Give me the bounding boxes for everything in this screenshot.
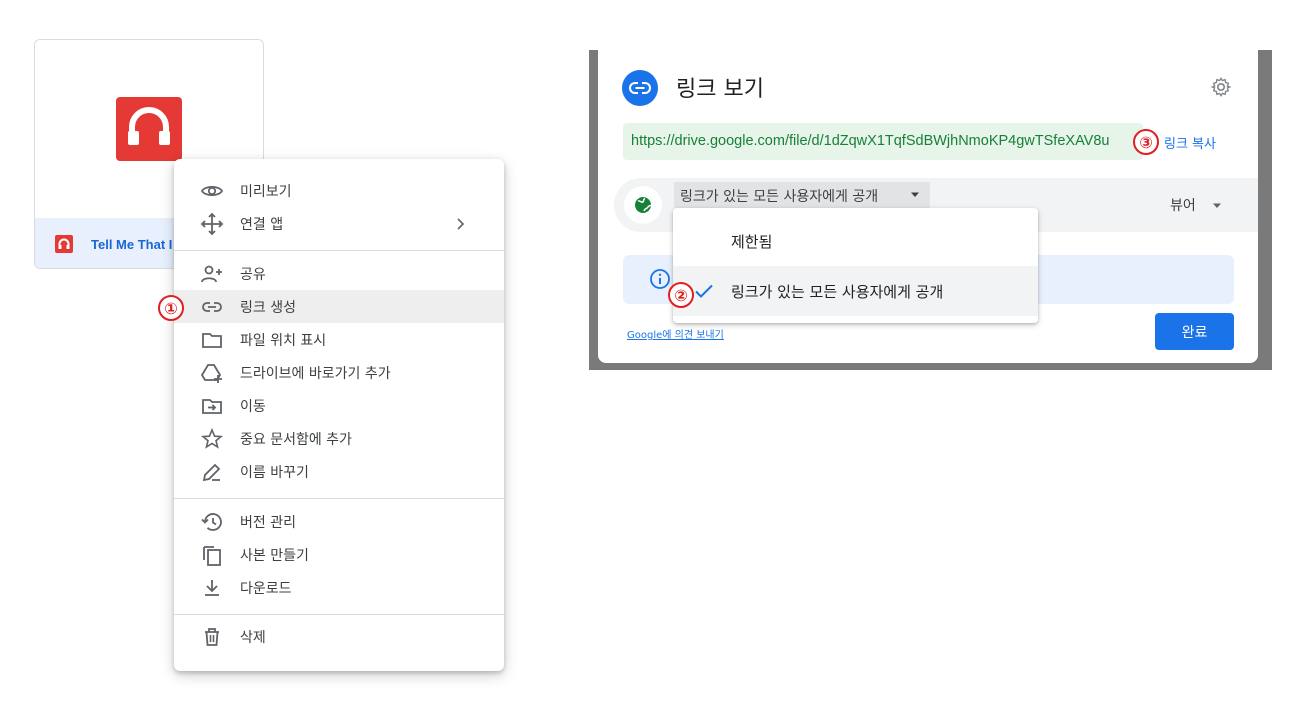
role-dropdown[interactable]: 뷰어 [1170, 195, 1222, 215]
menu-item-label: 공유 [240, 266, 266, 283]
access-option-restricted[interactable]: 제한됨 [673, 216, 1038, 266]
menu-item-delete[interactable]: 삭제 [174, 620, 504, 653]
link-url-field[interactable]: https://drive.google.com/file/d/1dZqwX1T… [623, 123, 1143, 160]
access-option-anyone-with-link[interactable]: 링크가 있는 모든 사용자에게 공개 [673, 266, 1038, 316]
step-badge-2: ② [668, 282, 694, 308]
menu-divider [174, 250, 504, 251]
download-icon [205, 580, 219, 596]
menu-item-show-location[interactable]: 파일 위치 표시 [174, 323, 504, 356]
context-menu: 미리보기 연결 앱 공유 링크 생성 파일 위치 표시 드라이브에 바로가기 추… [174, 159, 504, 671]
menu-item-get-link[interactable]: 링크 생성 [174, 290, 504, 323]
copy-link-button[interactable]: 링크 복사 [1164, 133, 1216, 152]
menu-item-open-with[interactable]: 연결 앱 [174, 207, 504, 240]
menu-divider [174, 498, 504, 499]
menu-item-manage-versions[interactable]: 버전 관리 [174, 505, 504, 538]
menu-divider [174, 614, 504, 615]
menu-item-label: 사본 만들기 [240, 547, 309, 564]
menu-item-label: 파일 위치 표시 [240, 332, 327, 349]
file-name: Tell Me That I [91, 236, 173, 252]
menu-item-label: 연결 앱 [240, 216, 284, 233]
info-icon [650, 269, 670, 289]
menu-item-label: 삭제 [240, 629, 266, 646]
folder-icon [202, 333, 222, 348]
headphones-icon [55, 235, 73, 253]
link-icon [202, 302, 222, 312]
menu-item-make-copy[interactable]: 사본 만들기 [174, 538, 504, 571]
access-options-menu: 제한됨 링크가 있는 모든 사용자에게 공개 [673, 208, 1038, 323]
dialog-title: 링크 보기 [676, 77, 764, 102]
access-level-value: 링크가 있는 모든 사용자에게 공개 [680, 189, 879, 205]
access-level-dropdown[interactable]: 링크가 있는 모든 사용자에게 공개 [674, 182, 930, 208]
gear-icon[interactable] [1210, 76, 1232, 98]
history-icon [201, 513, 222, 531]
menu-item-label: 이동 [240, 398, 266, 415]
feedback-link[interactable]: Google에 의견 보내기 [627, 326, 724, 341]
step-badge-1: ① [158, 295, 184, 321]
headphones-icon [116, 97, 182, 161]
person-add-icon [201, 265, 222, 283]
menu-item-label: 다운로드 [240, 580, 292, 597]
move-to-folder-icon [202, 399, 222, 414]
caret-down-icon [1213, 203, 1222, 208]
menu-item-label: 링크 생성 [240, 299, 296, 316]
role-value: 뷰어 [1170, 198, 1196, 214]
pencil-icon [202, 463, 221, 482]
drive-add-icon [200, 364, 222, 383]
menu-item-preview[interactable]: 미리보기 [174, 174, 504, 207]
menu-item-label: 미리보기 [240, 183, 292, 200]
menu-item-download[interactable]: 다운로드 [174, 571, 504, 604]
access-option-label: 제한됨 [731, 233, 773, 251]
chevron-right-icon [457, 218, 465, 230]
menu-item-add-shortcut[interactable]: 드라이브에 바로가기 추가 [174, 356, 504, 389]
move-arrows-icon [200, 212, 224, 236]
step-badge-3: ③ [1133, 129, 1159, 155]
access-option-label: 링크가 있는 모든 사용자에게 공개 [731, 283, 944, 301]
menu-item-label: 중요 문서함에 추가 [240, 431, 352, 448]
menu-item-label: 버전 관리 [240, 514, 296, 531]
menu-item-share[interactable]: 공유 [174, 257, 504, 290]
check-icon [695, 284, 713, 298]
caret-down-icon [911, 192, 919, 197]
menu-item-move[interactable]: 이동 [174, 389, 504, 422]
globe-icon [624, 186, 662, 224]
menu-item-label: 드라이브에 바로가기 추가 [240, 365, 391, 382]
star-icon [200, 427, 224, 449]
menu-item-add-starred[interactable]: 중요 문서함에 추가 [174, 422, 504, 455]
eye-icon [200, 185, 224, 197]
copy-icon [203, 546, 221, 566]
done-button[interactable]: 완료 [1155, 313, 1234, 350]
link-icon [622, 70, 658, 106]
trash-icon [205, 628, 219, 646]
menu-item-label: 이름 바꾸기 [240, 464, 309, 481]
link-url-text: https://drive.google.com/file/d/1dZqwX1T… [631, 133, 1110, 149]
menu-item-rename[interactable]: 이름 바꾸기 [174, 455, 504, 488]
